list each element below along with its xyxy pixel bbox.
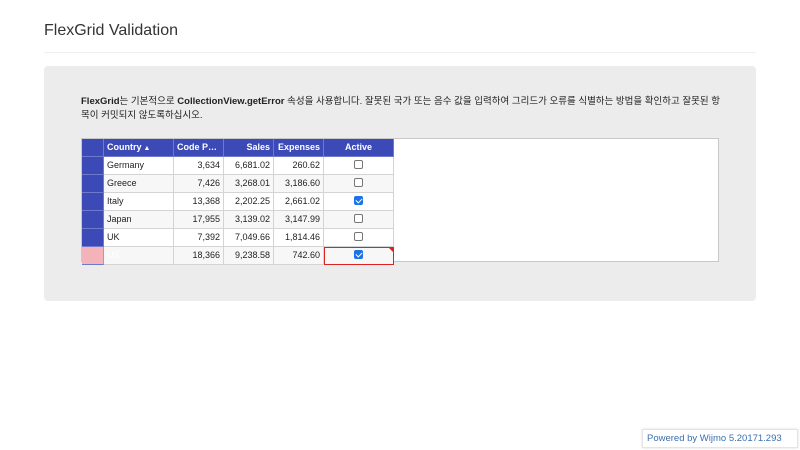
cell-sales[interactable]: 2,202.25 <box>224 193 274 211</box>
cell-country-error[interactable]: US <box>104 247 174 265</box>
cell-expenses[interactable]: 3,186.60 <box>274 175 324 193</box>
title-divider <box>44 52 756 53</box>
row-header-error[interactable] <box>82 247 104 265</box>
cell-sales[interactable]: 9,238.58 <box>224 247 274 265</box>
column-header-country-label: Country <box>107 142 142 152</box>
cell-country[interactable]: Italy <box>104 193 174 211</box>
table-row: Japan 17,955 3,139.02 3,147.99 <box>82 211 394 229</box>
cell-active <box>324 211 394 229</box>
cell-code[interactable]: 17,955 <box>174 211 224 229</box>
cell-active <box>324 175 394 193</box>
column-header-active[interactable]: Active <box>324 139 394 157</box>
active-checkbox[interactable] <box>354 196 363 206</box>
cell-sales[interactable]: 3,268.01 <box>224 175 274 193</box>
row-header[interactable] <box>82 175 104 193</box>
column-header-expenses[interactable]: Expenses <box>274 139 324 157</box>
description: FlexGrid는 기본적으로 CollectionView.getError … <box>81 95 721 123</box>
cell-expenses[interactable]: 742.60 <box>274 247 324 265</box>
cell-code[interactable]: 3,634 <box>174 157 224 175</box>
cell-active-selected <box>324 247 394 265</box>
table-row: UK 7,392 7,049.66 1,814.46 <box>82 229 394 247</box>
header-row: Country ▲ Code Pe… Sales Expenses Active <box>82 139 394 157</box>
table-row-error: US 18,366 9,238.58 742.60 <box>82 247 394 265</box>
row-header[interactable] <box>82 229 104 247</box>
cell-code[interactable]: 18,366 <box>174 247 224 265</box>
demo-panel: FlexGrid는 기본적으로 CollectionView.getError … <box>44 66 756 301</box>
cell-code[interactable]: 7,392 <box>174 229 224 247</box>
active-checkbox[interactable] <box>354 178 363 188</box>
description-text-1: 는 기본적으로 <box>119 96 178 107</box>
page-title: FlexGrid Validation <box>44 22 178 39</box>
description-bold-flexgrid: FlexGrid <box>81 96 120 107</box>
flexgrid[interactable]: Country ▲ Code Pe… Sales Expenses Active … <box>81 138 719 265</box>
cell-country[interactable]: Germany <box>104 157 174 175</box>
cell-active <box>324 193 394 211</box>
row-header[interactable] <box>82 193 104 211</box>
row-header[interactable] <box>82 211 104 229</box>
cell-country[interactable]: Japan <box>104 211 174 229</box>
row-header[interactable] <box>82 157 104 175</box>
cell-sales[interactable]: 7,049.66 <box>224 229 274 247</box>
column-header-country[interactable]: Country ▲ <box>104 139 174 157</box>
sort-ascending-icon: ▲ <box>143 145 151 152</box>
description-bold-geterror: CollectionView.getError <box>177 96 285 107</box>
cell-sales[interactable]: 6,681.02 <box>224 157 274 175</box>
active-checkbox[interactable] <box>354 250 363 260</box>
active-checkbox[interactable] <box>354 160 363 170</box>
column-header-code[interactable]: Code Pe… <box>174 139 224 157</box>
table-row: Germany 3,634 6,681.02 260.62 <box>82 157 394 175</box>
cell-code[interactable]: 7,426 <box>174 175 224 193</box>
cell-expenses[interactable]: 260.62 <box>274 157 324 175</box>
cell-country[interactable]: UK <box>104 229 174 247</box>
cell-country[interactable]: Greece <box>104 175 174 193</box>
active-checkbox[interactable] <box>354 214 363 224</box>
column-header-sales[interactable]: Sales <box>224 139 274 157</box>
cell-expenses[interactable]: 1,814.46 <box>274 229 324 247</box>
table-row: Italy 13,368 2,202.25 2,661.02 <box>82 193 394 211</box>
active-checkbox[interactable] <box>354 232 363 242</box>
cell-code[interactable]: 13,368 <box>174 193 224 211</box>
powered-by-wijmo-link[interactable]: Powered by Wijmo 5.20171.293 Eval <box>642 429 798 448</box>
cell-active <box>324 157 394 175</box>
cell-expenses[interactable]: 2,661.02 <box>274 193 324 211</box>
top-left-header-cell[interactable] <box>82 139 104 157</box>
cell-expenses[interactable]: 3,147.99 <box>274 211 324 229</box>
cell-sales[interactable]: 3,139.02 <box>224 211 274 229</box>
table-row: Greece 7,426 3,268.01 3,186.60 <box>82 175 394 193</box>
cell-active <box>324 229 394 247</box>
